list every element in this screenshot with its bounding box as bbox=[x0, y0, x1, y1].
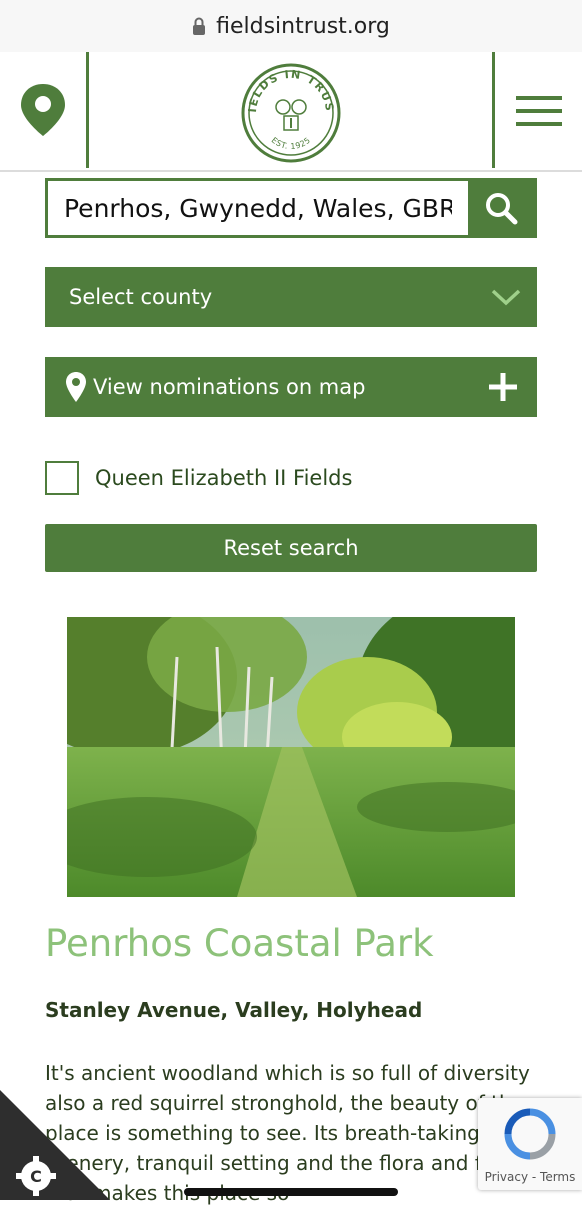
park-description: It's ancient woodland which is so full o… bbox=[45, 1061, 532, 1205]
map-pin-icon bbox=[66, 372, 86, 402]
recaptcha-badge[interactable]: Privacy - Terms bbox=[478, 1098, 582, 1190]
chevron-down-icon bbox=[491, 289, 521, 306]
cookie-settings-button[interactable]: C bbox=[0, 1090, 110, 1200]
reset-search-label: Reset search bbox=[223, 536, 359, 560]
view-nominations-label: View nominations on map bbox=[93, 375, 366, 399]
lock-icon bbox=[193, 17, 206, 35]
fields-in-trust-logo[interactable]: FIELDS IN TRUST EST. 1925 bbox=[235, 52, 342, 164]
url-text: fieldsintrust.org bbox=[216, 13, 390, 39]
recaptcha-icon bbox=[504, 1108, 556, 1160]
select-county-dropdown[interactable]: Select county bbox=[45, 267, 537, 327]
location-button[interactable] bbox=[0, 52, 86, 168]
qe2-fields-label[interactable]: Queen Elizabeth II Fields bbox=[95, 466, 352, 490]
site-header: FIELDS IN TRUST EST. 1925 bbox=[0, 52, 582, 172]
header-divider-right bbox=[492, 52, 495, 168]
search-icon bbox=[486, 193, 518, 225]
park-address: Stanley Avenue, Valley, Holyhead bbox=[45, 998, 423, 1022]
park-photo bbox=[67, 617, 515, 897]
hamburger-menu-button[interactable] bbox=[516, 96, 562, 128]
search-button[interactable] bbox=[468, 181, 534, 235]
svg-text:C: C bbox=[30, 1167, 42, 1186]
logo-emblem: FIELDS IN TRUST EST. 1925 bbox=[235, 52, 341, 163]
qe2-fields-filter: Queen Elizabeth II Fields bbox=[45, 461, 352, 495]
plus-icon bbox=[489, 373, 517, 401]
qe2-fields-checkbox[interactable] bbox=[45, 461, 79, 495]
recaptcha-terms[interactable]: Privacy - Terms bbox=[478, 1170, 582, 1184]
park-title[interactable]: Penrhos Coastal Park bbox=[45, 922, 434, 965]
home-indicator bbox=[184, 1188, 398, 1196]
header-divider-left bbox=[86, 52, 89, 168]
reset-search-button[interactable]: Reset search bbox=[45, 524, 537, 572]
map-pin-icon bbox=[21, 84, 65, 136]
select-county-label: Select county bbox=[69, 285, 213, 309]
view-nominations-map-toggle[interactable]: View nominations on map bbox=[45, 357, 537, 417]
location-search bbox=[45, 178, 537, 238]
browser-url-bar[interactable]: fieldsintrust.org bbox=[0, 0, 582, 52]
search-input[interactable] bbox=[48, 181, 468, 235]
